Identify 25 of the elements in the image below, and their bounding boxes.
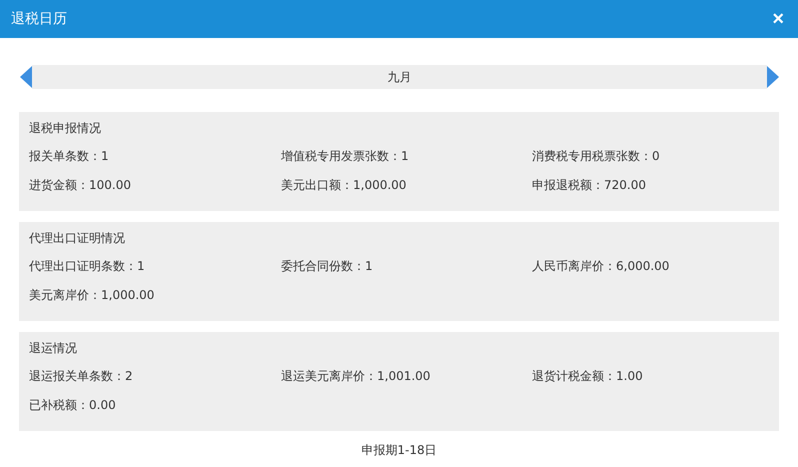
stat-text: 退运美元离岸价：1,001.00	[281, 368, 432, 385]
stat-text: 消费税专用税票张数：0	[532, 148, 661, 165]
period-note: 申报期1-18日	[361, 443, 437, 457]
stat-text: 申报退税额：720.00	[532, 177, 647, 194]
previous-month-button[interactable]	[20, 66, 32, 88]
stat-text: 委托合同份数：1	[281, 258, 374, 275]
stat-text: 进货金额：100.00	[29, 177, 132, 194]
close-button[interactable]: ×	[772, 9, 784, 29]
next-month-button[interactable]	[767, 66, 779, 88]
right-triangle-icon	[767, 66, 779, 88]
window-title: 退税日历	[11, 10, 67, 28]
stat-text: 报关单条数：1	[29, 148, 110, 165]
section-title: 退运情况	[29, 340, 78, 357]
stat-text: 代理出口证明条数：1	[29, 258, 146, 275]
section-title: 退税申报情况	[29, 120, 102, 137]
stat-text: 退货计税金额：1.00	[532, 368, 644, 385]
section-title: 代理出口证明情况	[29, 230, 126, 247]
stat-text: 美元离岸价：1,000.00	[29, 287, 156, 304]
stat-text: 增值税专用发票张数：1	[281, 148, 410, 165]
stat-text: 退运报关单条数：2	[29, 368, 134, 385]
stat-text: 美元出口额：1,000.00	[281, 177, 408, 194]
month-label: 九月	[388, 68, 412, 86]
left-triangle-icon	[20, 66, 32, 88]
stat-text: 人民币离岸价：6,000.00	[532, 258, 670, 275]
stat-text: 已补税额：0.00	[29, 397, 117, 414]
